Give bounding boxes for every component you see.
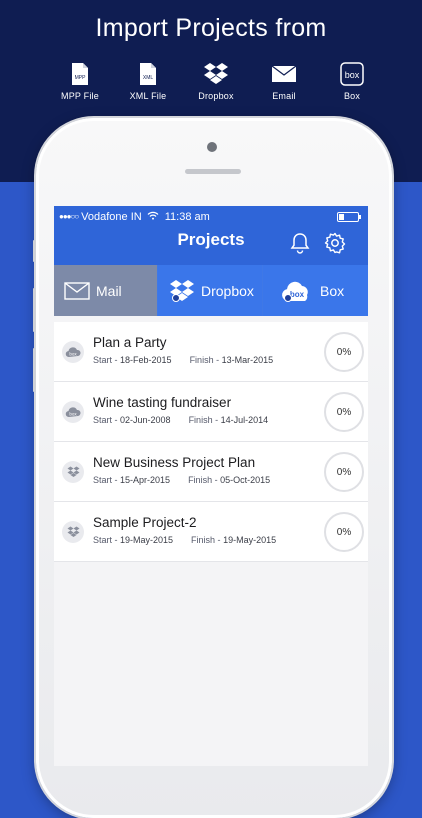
mail-icon (64, 281, 90, 300)
tab-mail[interactable]: Mail (54, 265, 158, 316)
email-icon (271, 60, 297, 88)
project-row[interactable]: Sample Project-2 Start - 19-May-2015 Fini… (54, 502, 368, 562)
tab-label: Dropbox (201, 282, 254, 299)
start-label: Start - (93, 475, 121, 485)
bell-icon[interactable] (290, 232, 310, 259)
import-source-label: XML File (129, 91, 167, 101)
finish-date: 05-Oct-2015 (220, 475, 271, 485)
finish-date: 19-May-2015 (223, 535, 277, 545)
finish-label: Finish - (189, 355, 222, 365)
start-date: 19-May-2015 (120, 535, 174, 545)
status-bar: ●●●○○ Vodafone IN 11:38 am (59, 209, 363, 224)
wifi-icon (147, 211, 159, 223)
page-title: Projects (177, 230, 245, 249)
project-name: New Business Project Plan (93, 455, 256, 470)
import-source-label: Dropbox (198, 91, 234, 101)
carrier-name: Vodafone IN (81, 210, 142, 223)
progress-indicator: 0% (324, 392, 364, 432)
phone-side-button (33, 348, 36, 392)
svg-text:MPP: MPP (75, 75, 87, 81)
dropbox-source-icon (62, 461, 84, 483)
import-source-label: Email (272, 91, 296, 101)
finish-label: Finish - (188, 415, 221, 425)
import-source-label: MPP File (61, 91, 99, 101)
dropbox-icon (203, 60, 229, 88)
tab-label: Mail (96, 282, 122, 299)
dropbox-source-icon (62, 521, 84, 543)
camera (207, 142, 217, 152)
import-source-box: box Box (318, 60, 386, 110)
project-row[interactable]: box Plan a Party Start - 18-Feb-2015 Fini… (54, 322, 368, 382)
phone-side-button (33, 240, 36, 262)
box-source-icon: box (62, 401, 84, 423)
start-date: 18-Feb-2015 (120, 355, 172, 365)
svg-text:box: box (290, 290, 305, 299)
project-name: Wine tasting fundraiser (93, 395, 232, 410)
mpp-file-icon: MPP (71, 60, 89, 88)
speaker (185, 169, 241, 174)
box-source-icon: box (62, 341, 84, 363)
svg-text:box: box (69, 352, 77, 357)
progress-indicator: 0% (324, 512, 364, 552)
box-cloud-icon: box (280, 279, 314, 303)
project-dates: Start - 02-Jun-2008 Finish - 14-Jul-2014 (93, 415, 268, 425)
import-source-dropbox: Dropbox (182, 60, 250, 110)
import-sources: MPP MPP File XML XML File Dropbox Email … (46, 60, 386, 110)
project-dates: Start - 19-May-2015 Finish - 19-May-2015 (93, 535, 276, 545)
xml-file-icon: XML (139, 60, 157, 88)
tab-label: Box (320, 282, 345, 299)
start-label: Start - (93, 355, 121, 365)
svg-text:XML: XML (143, 75, 154, 81)
finish-date: 13-Mar-2015 (221, 355, 274, 365)
project-name: Sample Project-2 (93, 515, 197, 530)
battery-icon (337, 212, 361, 222)
tab-box[interactable]: box Box (263, 265, 368, 316)
progress-indicator: 0% (324, 452, 364, 492)
project-row[interactable]: New Business Project Plan Start - 15-Apr… (54, 442, 368, 502)
import-source-xml: XML XML File (114, 60, 182, 110)
app-screen: ●●●○○ Vodafone IN 11:38 am Projects Mail… (54, 206, 368, 766)
source-tabs: Mail Dropbox box Box (54, 265, 368, 316)
dropbox-icon (169, 279, 195, 303)
project-row[interactable]: box Wine tasting fundraiser Start - 02-J… (54, 382, 368, 442)
svg-text:box: box (345, 70, 360, 80)
import-source-mpp: MPP MPP File (46, 60, 114, 110)
progress-indicator: 0% (324, 332, 364, 372)
project-name: Plan a Party (93, 335, 167, 350)
project-dates: Start - 15-Apr-2015 Finish - 05-Oct-2015 (93, 475, 270, 485)
start-label: Start - (93, 535, 121, 545)
start-label: Start - (93, 415, 121, 425)
import-source-email: Email (250, 60, 318, 110)
finish-date: 14-Jul-2014 (220, 415, 269, 425)
finish-label: Finish - (191, 535, 224, 545)
svg-text:box: box (69, 412, 77, 417)
import-source-label: Box (343, 91, 361, 101)
clock: 11:38 am (164, 210, 210, 223)
start-date: 15-Apr-2015 (120, 475, 171, 485)
project-dates: Start - 18-Feb-2015 Finish - 13-Mar-2015 (93, 355, 273, 365)
nav-bar: ●●●○○ Vodafone IN 11:38 am Projects (54, 206, 368, 265)
promo-headline: Import Projects from (95, 14, 327, 42)
box-icon: box (340, 60, 364, 88)
project-list: box Plan a Party Start - 18-Feb-2015 Fini… (54, 322, 368, 562)
tab-dropbox[interactable]: Dropbox (158, 265, 263, 316)
signal-indicator: ●●●○○ (59, 212, 79, 221)
gear-icon[interactable] (324, 232, 346, 259)
finish-label: Finish - (188, 475, 221, 485)
start-date: 02-Jun-2008 (120, 415, 171, 425)
phone-side-button (33, 288, 36, 332)
